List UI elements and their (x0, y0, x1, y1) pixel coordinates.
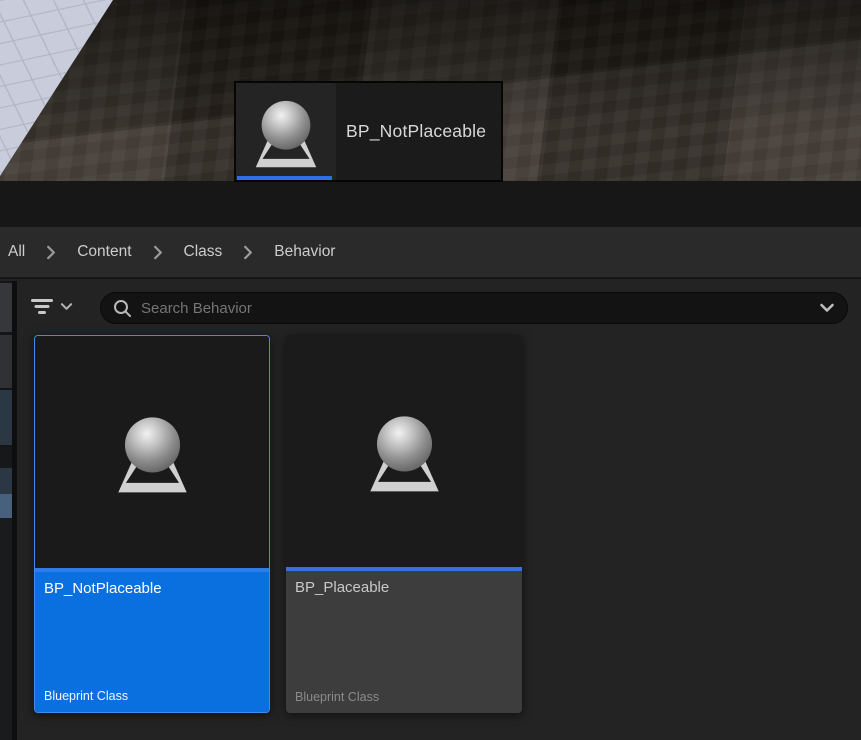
folder-tree-row[interactable] (0, 447, 12, 468)
filter-button[interactable] (31, 293, 83, 319)
magnifier-icon (113, 299, 132, 318)
chevron-down-icon (60, 302, 73, 311)
drag-preview-thumbnail (236, 83, 336, 180)
viewport-grid-plane (0, 0, 220, 181)
asset-type-label: Blueprint Class (44, 689, 128, 703)
asset-type-label: Blueprint Class (295, 690, 379, 704)
folder-tree-row[interactable] (0, 335, 12, 388)
sphere-on-pedestal-icon (105, 405, 200, 500)
asset-name: BP_NotPlaceable (44, 580, 260, 597)
asset-view-panel: BP_NotPlaceable Blueprint Class BP_Place… (17, 281, 861, 740)
chevron-right-icon (46, 245, 56, 260)
folder-tree-row[interactable] (0, 283, 12, 332)
asset-thumbnail (286, 335, 522, 567)
funnel-lines-icon (31, 298, 53, 315)
sphere-on-pedestal-icon (244, 90, 328, 174)
asset-thumbnail (35, 336, 269, 568)
chevron-right-icon (243, 245, 253, 260)
viewport-bottom-bar (0, 181, 861, 227)
asset-tile-footer: BP_NotPlaceable Blueprint Class (35, 572, 269, 712)
asset-grid: BP_NotPlaceable Blueprint Class BP_Place… (17, 332, 861, 740)
asset-tile-footer: BP_Placeable Blueprint Class (286, 571, 522, 713)
search-box[interactable] (100, 292, 848, 324)
drag-preview-tooltip: BP_NotPlaceable (234, 81, 503, 182)
folder-tree-row[interactable] (0, 390, 12, 445)
asset-tile-bp-placeable[interactable]: BP_Placeable Blueprint Class (286, 335, 522, 713)
breadcrumb-item-class[interactable]: Class (184, 243, 223, 261)
breadcrumb-item-all[interactable]: All (8, 243, 25, 261)
content-browser-lower: BP_NotPlaceable Blueprint Class BP_Place… (0, 281, 861, 740)
folder-tree-sliver (0, 281, 12, 740)
breadcrumb-item-content[interactable]: Content (77, 243, 131, 261)
unreal-editor-window: BP_NotPlaceable All Content Class Behavi… (0, 0, 861, 740)
folder-tree-empty (0, 518, 12, 740)
search-row (17, 281, 861, 332)
drag-preview-underline (237, 176, 332, 180)
chevron-right-icon (153, 245, 163, 260)
folder-tree-row[interactable] (0, 468, 12, 494)
folder-tree-row-selected[interactable] (0, 494, 12, 518)
asset-tile-bp-notplaceable[interactable]: BP_NotPlaceable Blueprint Class (34, 335, 270, 713)
drag-preview-label: BP_NotPlaceable (336, 83, 501, 180)
asset-name: BP_Placeable (295, 579, 513, 596)
search-input[interactable] (141, 300, 819, 317)
sphere-on-pedestal-icon (357, 404, 452, 499)
breadcrumb: All Content Class Behavior (0, 227, 861, 279)
chevron-down-icon[interactable] (819, 303, 835, 313)
breadcrumb-item-behavior[interactable]: Behavior (274, 243, 335, 261)
